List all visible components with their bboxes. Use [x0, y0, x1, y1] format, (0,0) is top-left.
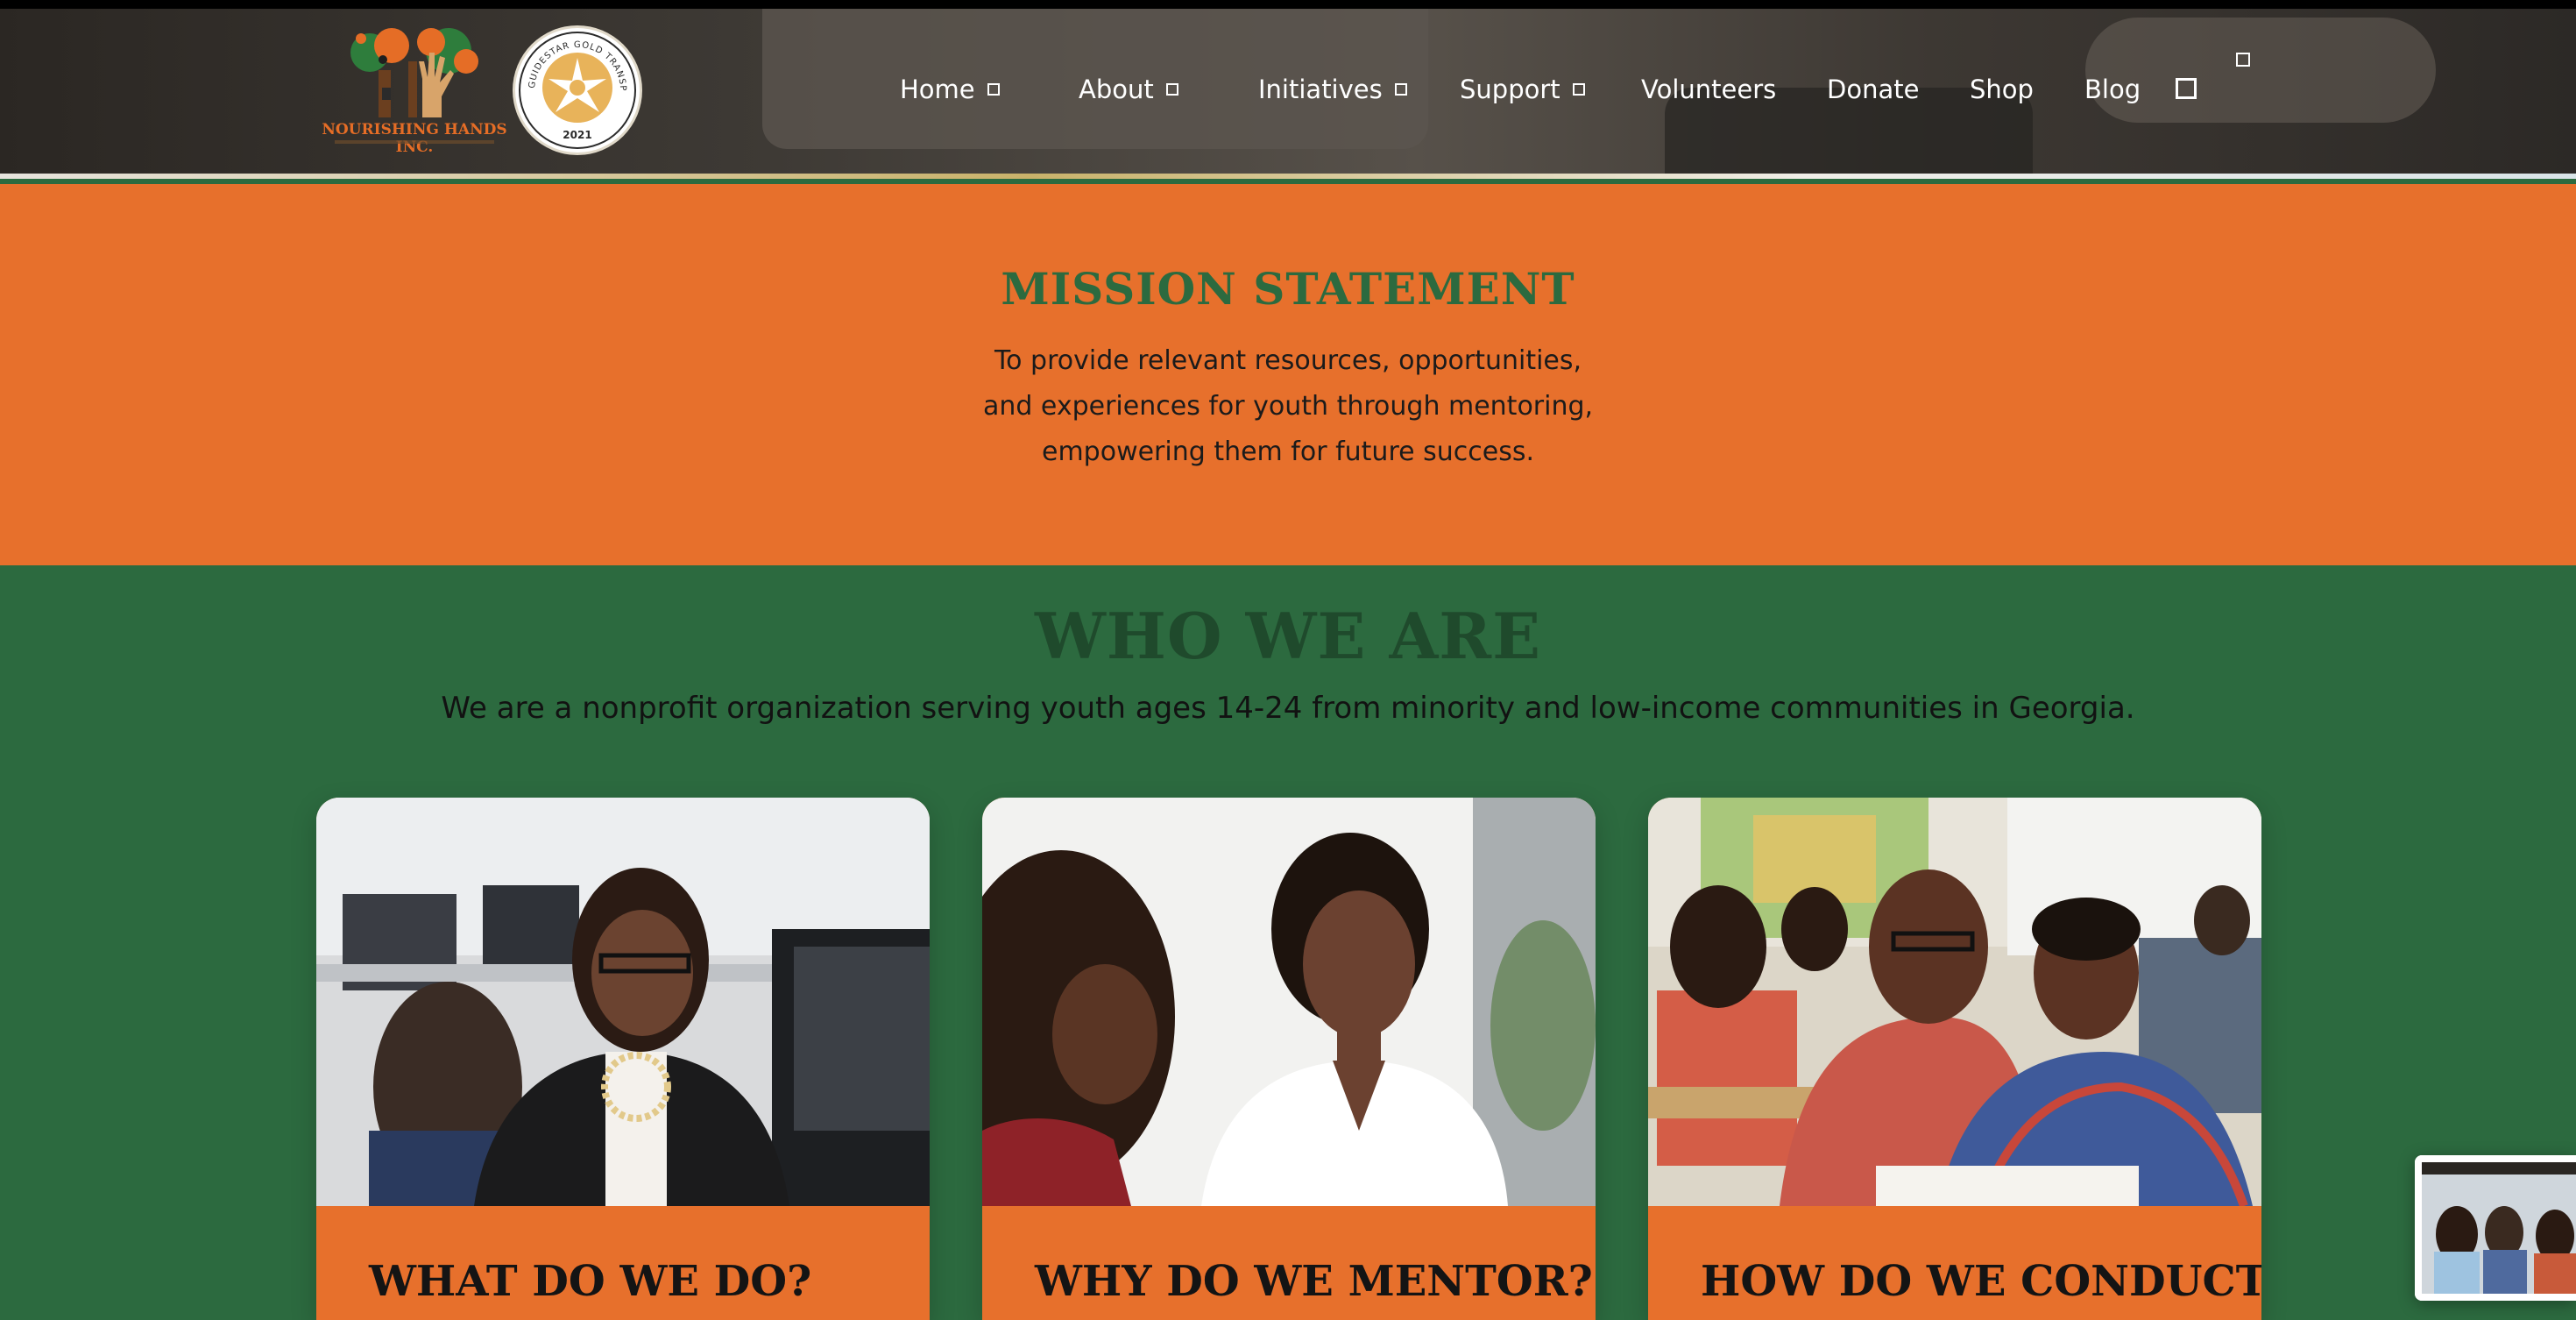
- nav-support-label: Support: [1460, 75, 1560, 104]
- nav-about-label: About: [1079, 75, 1154, 104]
- card-what-we-do[interactable]: WHAT DO WE DO?: [316, 798, 930, 1320]
- mission-line-2: and experiences for youth through mentor…: [982, 391, 1594, 422]
- main-nav: Home About Initiatives Support Volunteer…: [0, 0, 2576, 179]
- nav-volunteers-label: Volunteers: [1641, 75, 1777, 104]
- nav-volunteers[interactable]: Volunteers: [1641, 72, 1776, 107]
- dropdown-icon[interactable]: [1394, 83, 1407, 96]
- nav-about[interactable]: About: [1079, 72, 1178, 107]
- card-how-we-conduct[interactable]: HOW DO WE CONDUCT: [1648, 798, 2261, 1320]
- nav-blog-label: Blog: [2084, 75, 2141, 104]
- card-photo-professional: [316, 798, 930, 1206]
- mission-section: MISSION STATEMENT To provide relevant re…: [0, 184, 2576, 565]
- card-photo-classroom: [1648, 798, 2261, 1206]
- dropdown-icon[interactable]: [1572, 83, 1585, 96]
- card-title: HOW DO WE CONDUCT: [1701, 1257, 2261, 1306]
- nav-donate-label: Donate: [1827, 75, 1920, 104]
- nav-home-label: Home: [900, 75, 975, 104]
- mission-line-1: To provide relevant resources, opportuni…: [994, 345, 1582, 376]
- nav-blog[interactable]: Blog: [2084, 72, 2141, 107]
- mission-title: MISSION STATEMENT: [1001, 263, 1575, 315]
- mission-text: To provide relevant resources, opportuni…: [938, 338, 1638, 475]
- dropdown-icon[interactable]: [987, 83, 1000, 96]
- card-photo-mentoring: [982, 798, 1596, 1206]
- cart-icon[interactable]: [2176, 78, 2197, 99]
- menu-toggle-icon[interactable]: [2236, 53, 2250, 67]
- card-title: WHAT DO WE DO?: [369, 1257, 812, 1306]
- nav-shop-label: Shop: [1970, 75, 2034, 104]
- card-title: WHY DO WE MENTOR?: [1035, 1257, 1593, 1306]
- nav-shop[interactable]: Shop: [1970, 72, 2034, 107]
- nav-initiatives[interactable]: Initiatives: [1258, 72, 1407, 107]
- who-title: WHO WE ARE: [1034, 599, 1542, 673]
- floating-video-thumbnail[interactable]: [2415, 1155, 2576, 1301]
- mission-line-3: empowering them for future success.: [1041, 436, 1535, 467]
- nav-initiatives-label: Initiatives: [1258, 75, 1383, 104]
- nav-donate[interactable]: Donate: [1827, 72, 1919, 107]
- nav-home[interactable]: Home: [900, 72, 1000, 107]
- card-why-we-mentor[interactable]: WHY DO WE MENTOR?: [982, 798, 1596, 1320]
- nav-support[interactable]: Support: [1460, 72, 1585, 107]
- video-preview-image: [2415, 1155, 2576, 1301]
- dropdown-icon[interactable]: [1165, 83, 1178, 96]
- who-intro: We are a nonprofit organization serving …: [441, 691, 2135, 726]
